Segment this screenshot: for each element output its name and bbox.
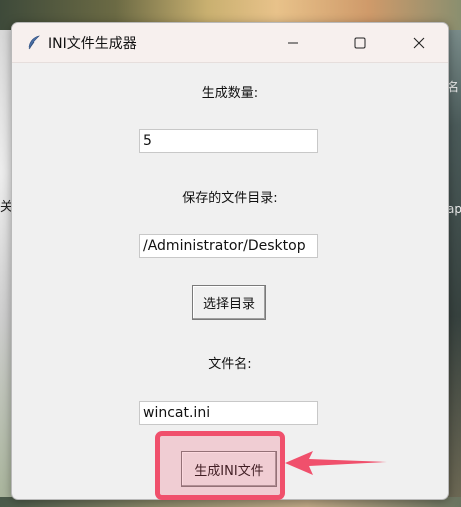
maximize-icon — [354, 37, 366, 48]
close-button[interactable] — [396, 23, 442, 62]
directory-label: 保存的文件目录: — [182, 191, 278, 206]
title-bar[interactable]: INI文件生成器 — [12, 23, 448, 63]
right-edge-text-2: ap — [447, 202, 461, 216]
count-input[interactable] — [139, 129, 318, 153]
count-label: 生成数量: — [201, 86, 259, 101]
minimize-icon — [288, 42, 298, 43]
minimize-button[interactable] — [270, 23, 316, 62]
filename-label: 文件名: — [208, 357, 252, 372]
choose-directory-button[interactable]: 选择目录 — [192, 285, 266, 320]
highlight-box — [155, 431, 285, 500]
pointer-arrow-icon — [285, 451, 387, 475]
directory-input[interactable] — [139, 234, 318, 258]
filename-input[interactable] — [139, 401, 318, 425]
window-title: INI文件生成器 — [48, 36, 137, 52]
maximize-button[interactable] — [337, 23, 383, 62]
close-icon — [413, 37, 425, 48]
ini-generator-window: INI文件生成器 生成数量: 保存的文件目录: 选择目录 文件名: 生成INI文… — [11, 22, 449, 500]
feather-icon — [28, 35, 40, 50]
